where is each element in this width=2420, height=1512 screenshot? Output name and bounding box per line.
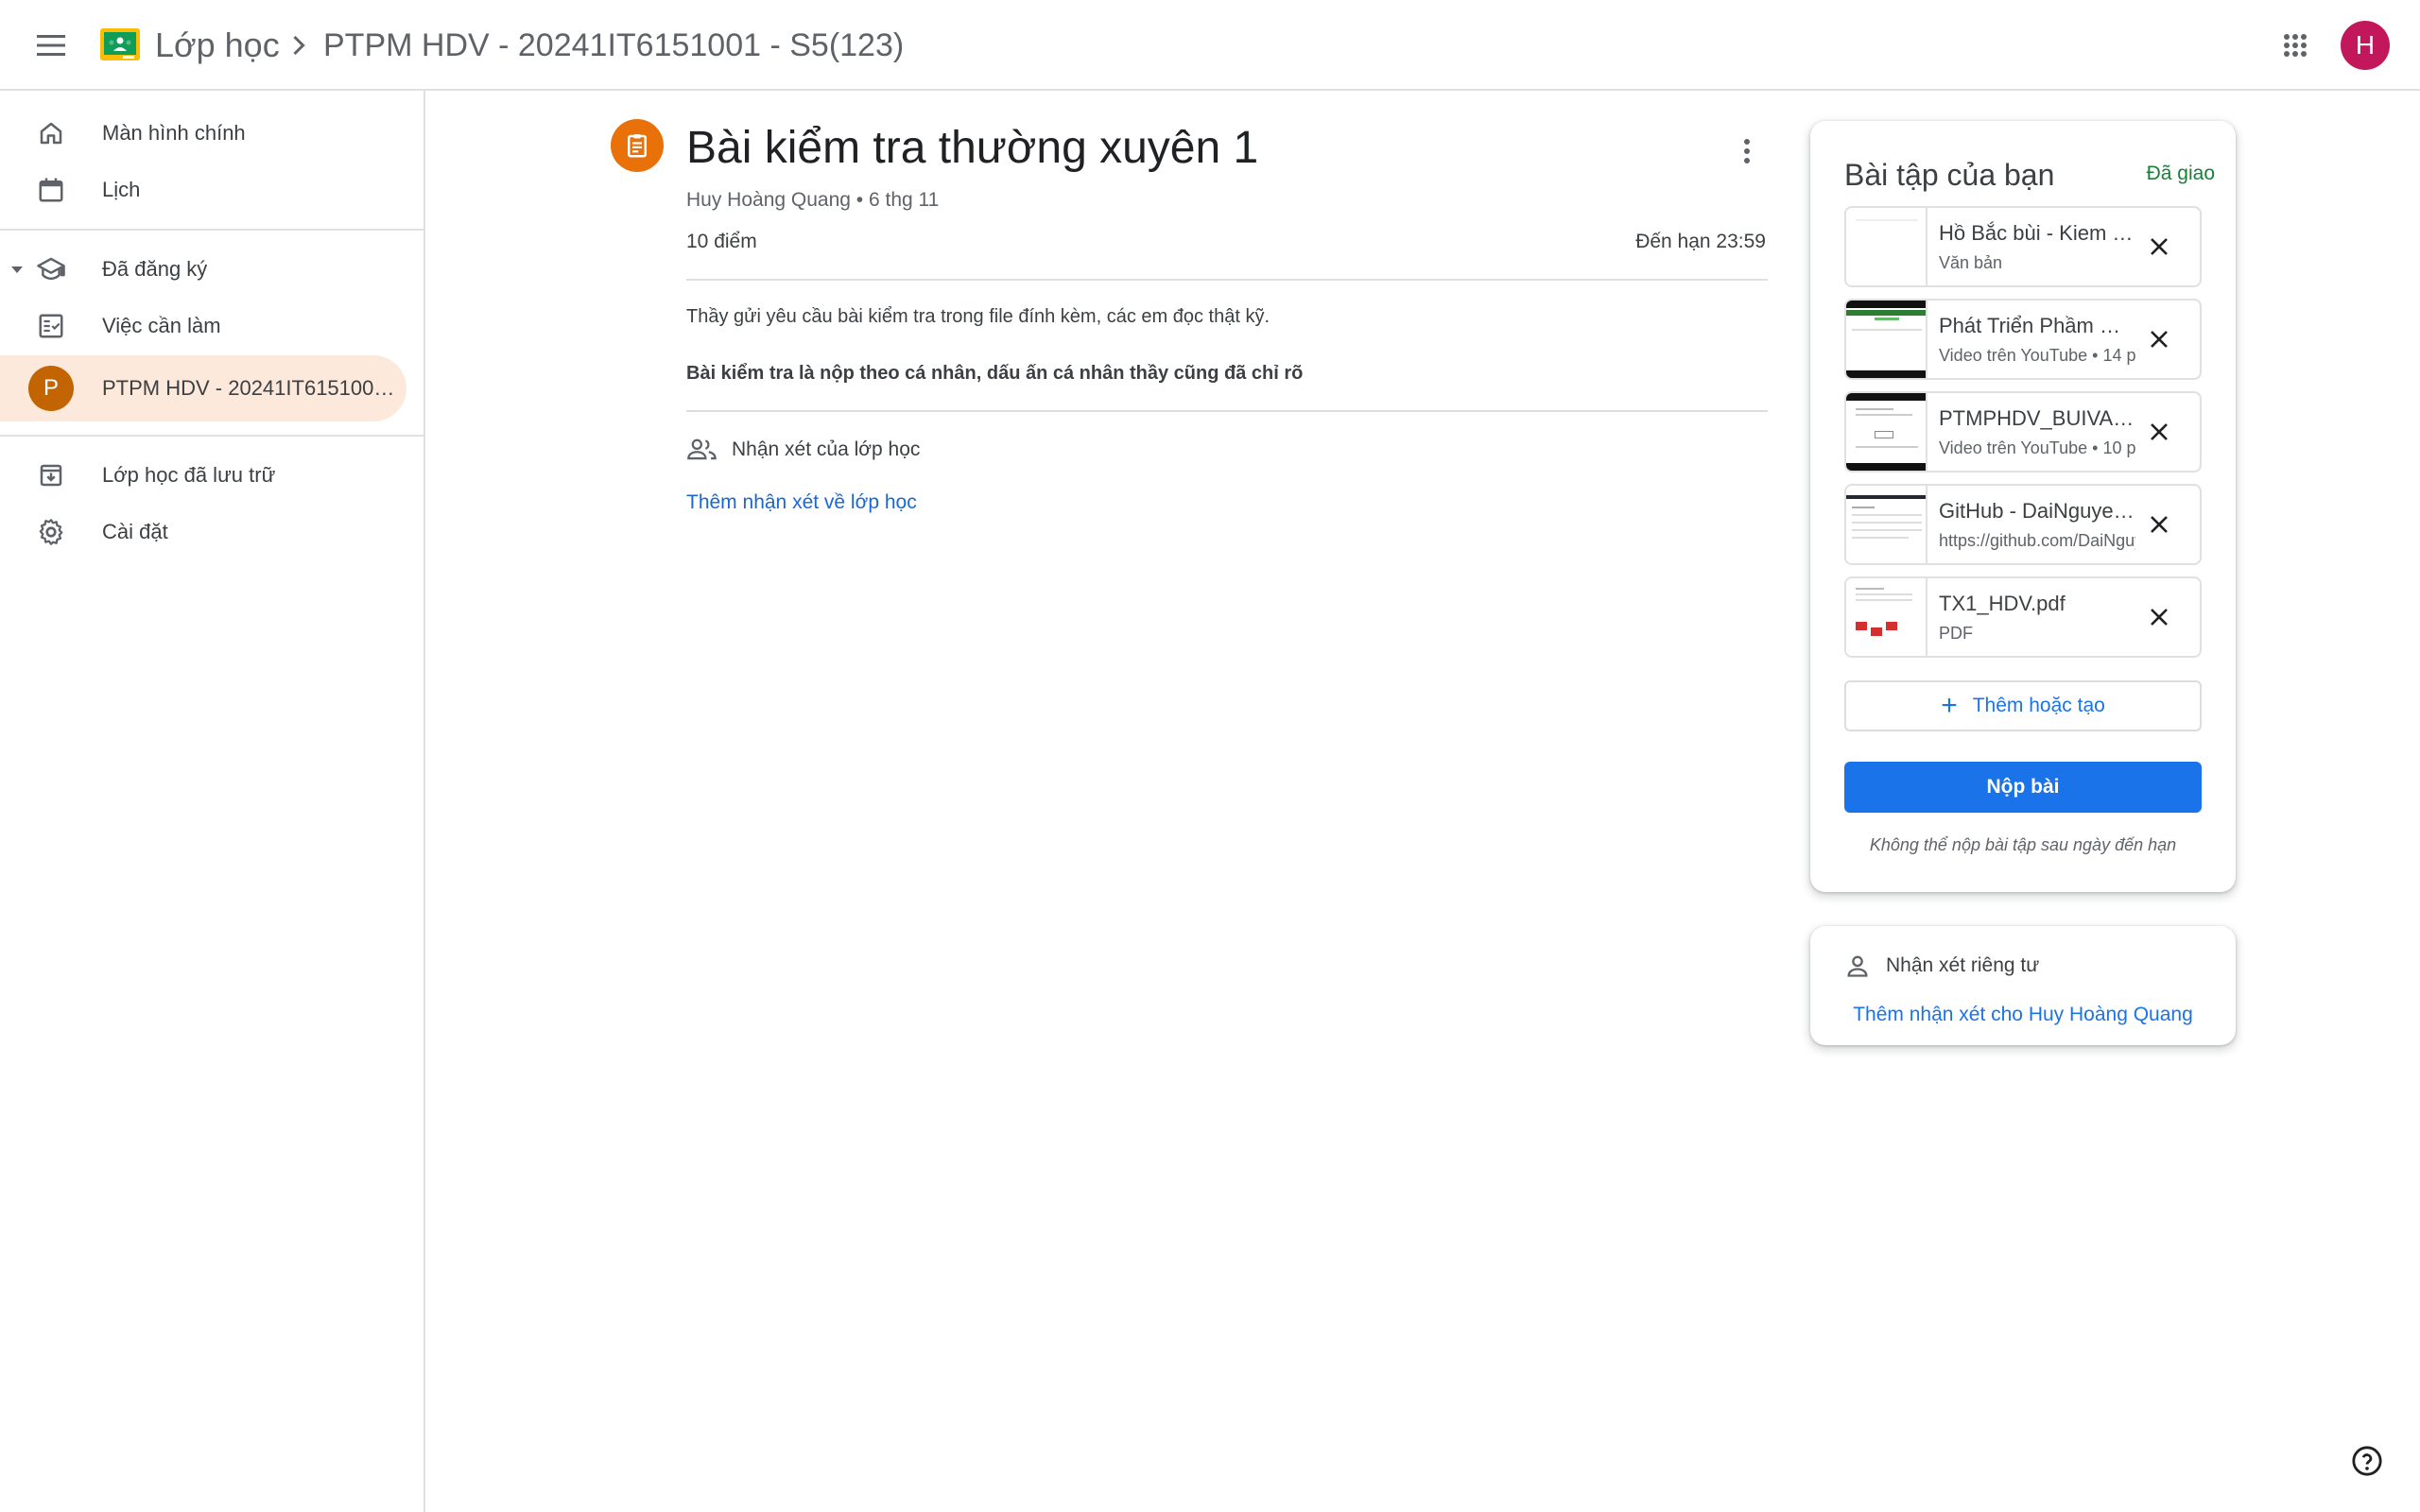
classroom-logo-icon[interactable]: [100, 28, 140, 60]
menu-icon: [37, 35, 65, 56]
video-thumbnail: [1846, 393, 1927, 471]
status-badge: Đã giao: [2146, 163, 2215, 184]
course-avatar: P: [28, 366, 74, 411]
close-icon: [2151, 423, 2168, 440]
attachment-item[interactable]: GitHub - DaiNguyenBac https://github.com…: [1844, 484, 2202, 565]
assignment-points: 10 điểm: [686, 231, 757, 252]
sidebar-item-label: PTPM HDV - 20241IT6151001 - S5(123): [102, 376, 395, 400]
sidebar-divider: [0, 229, 424, 231]
sidebar-item-settings[interactable]: Cài đặt: [0, 503, 406, 561]
assignment-title: Bài kiểm tra thường xuyên 1: [686, 123, 1259, 173]
add-private-comment-link[interactable]: Thêm nhận xét cho Huy Hoàng Quang: [1848, 998, 2198, 1032]
caret-down-icon[interactable]: [9, 262, 25, 277]
attachment-title: Phát Triển Phầm mềm hướng dịch vụ: [1939, 314, 2135, 337]
main-menu-button[interactable]: [26, 21, 76, 70]
add-class-comment-link[interactable]: Thêm nhận xét về lớp học: [686, 491, 917, 514]
your-work-card: Bài tập của bạn Đã giao Hồ Bắc bùi - Kie…: [1810, 121, 2236, 892]
attachment-item[interactable]: TX1_HDV.pdf PDF: [1844, 576, 2202, 658]
add-or-create-button[interactable]: + Thêm hoặc tạo: [1844, 680, 2202, 731]
attachment-title: TX1_HDV.pdf: [1939, 592, 2066, 615]
sidebar-item-calendar[interactable]: Lịch: [0, 161, 406, 219]
sidebar-item-label: Cài đặt: [102, 520, 168, 543]
private-comments-header: Nhận xét riêng tư: [1844, 953, 2039, 979]
late-submission-note: Không thể nộp bài tập sau ngày đến hạn: [1869, 835, 2177, 854]
submit-button[interactable]: Nộp bài: [1844, 762, 2202, 813]
help-icon: [2352, 1446, 2382, 1476]
sidebar: Màn hình chính Lịch Đã đăng ký Việc cần …: [0, 91, 425, 1512]
calendar-icon: [34, 173, 68, 207]
attachment-subtitle: PDF: [1939, 624, 1973, 643]
assignment-icon: [611, 119, 664, 172]
assignment-author-date: Huy Hoàng Quang • 6 thg 11: [686, 189, 940, 211]
video-thumbnail: [1846, 301, 1927, 378]
home-icon: [34, 116, 68, 150]
remove-attachment-button[interactable]: [2137, 225, 2181, 268]
close-icon: [2151, 609, 2168, 626]
sidebar-item-enrolled[interactable]: Đã đăng ký: [0, 240, 406, 299]
your-work-title: Bài tập của bạn: [1844, 158, 2055, 192]
archive-icon: [34, 458, 68, 492]
pdf-thumbnail: [1846, 578, 1927, 656]
gear-icon: [34, 515, 68, 549]
webpage-thumbnail: [1846, 486, 1927, 563]
more-vert-icon: [1744, 139, 1750, 163]
assignment-instruction-bold: Bài kiểm tra là nộp theo cá nhân, dấu ấn…: [686, 363, 1304, 384]
divider: [686, 279, 1768, 281]
more-options-button[interactable]: [1726, 130, 1768, 172]
chevron-right-icon: [293, 35, 305, 56]
breadcrumb-course-title[interactable]: PTPM HDV - 20241IT6151001 - S5(123): [323, 23, 904, 68]
sidebar-item-label: Lớp học đã lưu trữ: [102, 463, 276, 487]
add-or-create-label: Thêm hoặc tạo: [1972, 695, 2105, 716]
help-button[interactable]: [2346, 1440, 2388, 1482]
attachment-title: PTMPHDV_BUIVANHOBAC: [1939, 406, 2135, 430]
sidebar-item-label: Lịch: [102, 178, 141, 201]
close-icon: [2151, 331, 2168, 348]
attachment-subtitle: Video trên YouTube • 14 phút: [1939, 346, 2135, 365]
attachment-title: GitHub - DaiNguyenBac: [1939, 499, 2135, 523]
attachment-title: Hồ Bắc bùi - Kiem tra thuong xuyen 1: [1939, 221, 2135, 245]
class-comments-header: Nhận xét của lớp học: [686, 437, 920, 463]
sidebar-divider: [0, 435, 424, 437]
plus-icon: +: [1941, 690, 1958, 721]
attachment-subtitle: https://github.com/DaiNguyenBac: [1939, 531, 2135, 550]
sidebar-item-label: Việc cần làm: [102, 314, 221, 337]
school-cap-icon: [34, 252, 68, 286]
remove-attachment-button[interactable]: [2137, 318, 2181, 361]
app-brand-link[interactable]: Lớp học: [155, 23, 280, 68]
sidebar-item-label: Màn hình chính: [102, 121, 246, 145]
attachment-item[interactable]: Hồ Bắc bùi - Kiem tra thuong xuyen 1 Văn…: [1844, 206, 2202, 287]
divider: [686, 410, 1768, 412]
checklist-icon: [34, 309, 68, 343]
doc-thumbnail: [1846, 208, 1927, 285]
sidebar-item-course[interactable]: P PTPM HDV - 20241IT6151001 - S5(123): [0, 355, 406, 421]
attachment-subtitle: Văn bản: [1939, 253, 2003, 272]
google-apps-button[interactable]: [2271, 21, 2320, 70]
people-icon: [687, 438, 717, 460]
apps-grid-icon: [2284, 34, 2307, 57]
remove-attachment-button[interactable]: [2137, 503, 2181, 546]
sidebar-item-archived[interactable]: Lớp học đã lưu trữ: [0, 446, 406, 505]
remove-attachment-button[interactable]: [2137, 410, 2181, 454]
remove-attachment-button[interactable]: [2137, 595, 2181, 639]
private-comments-label: Nhận xét riêng tư: [1886, 954, 2040, 976]
attachment-item[interactable]: PTMPHDV_BUIVANHOBAC Video trên YouTube •…: [1844, 391, 2202, 472]
assignment-due-date: Đến hạn 23:59: [1635, 231, 1766, 252]
close-icon: [2151, 238, 2168, 255]
person-icon: [1847, 955, 1868, 977]
account-avatar[interactable]: H: [2341, 21, 2390, 70]
assignment-instruction: Thầy gửi yêu cầu bài kiểm tra trong file…: [686, 306, 1270, 327]
class-comments-label: Nhận xét của lớp học: [732, 438, 921, 460]
sidebar-item-todo[interactable]: Việc cần làm: [0, 297, 406, 355]
top-app-bar: Lớp học PTPM HDV - 20241IT6151001 - S5(1…: [0, 0, 2420, 91]
close-icon: [2151, 516, 2168, 533]
private-comments-card: Nhận xét riêng tư Thêm nhận xét cho Huy …: [1810, 926, 2236, 1045]
sidebar-item-home[interactable]: Màn hình chính: [0, 104, 406, 163]
attachment-item[interactable]: Phát Triển Phầm mềm hướng dịch vụ Video …: [1844, 299, 2202, 380]
sidebar-item-label: Đã đăng ký: [102, 257, 208, 281]
attachment-subtitle: Video trên YouTube • 10 phút: [1939, 438, 2135, 457]
